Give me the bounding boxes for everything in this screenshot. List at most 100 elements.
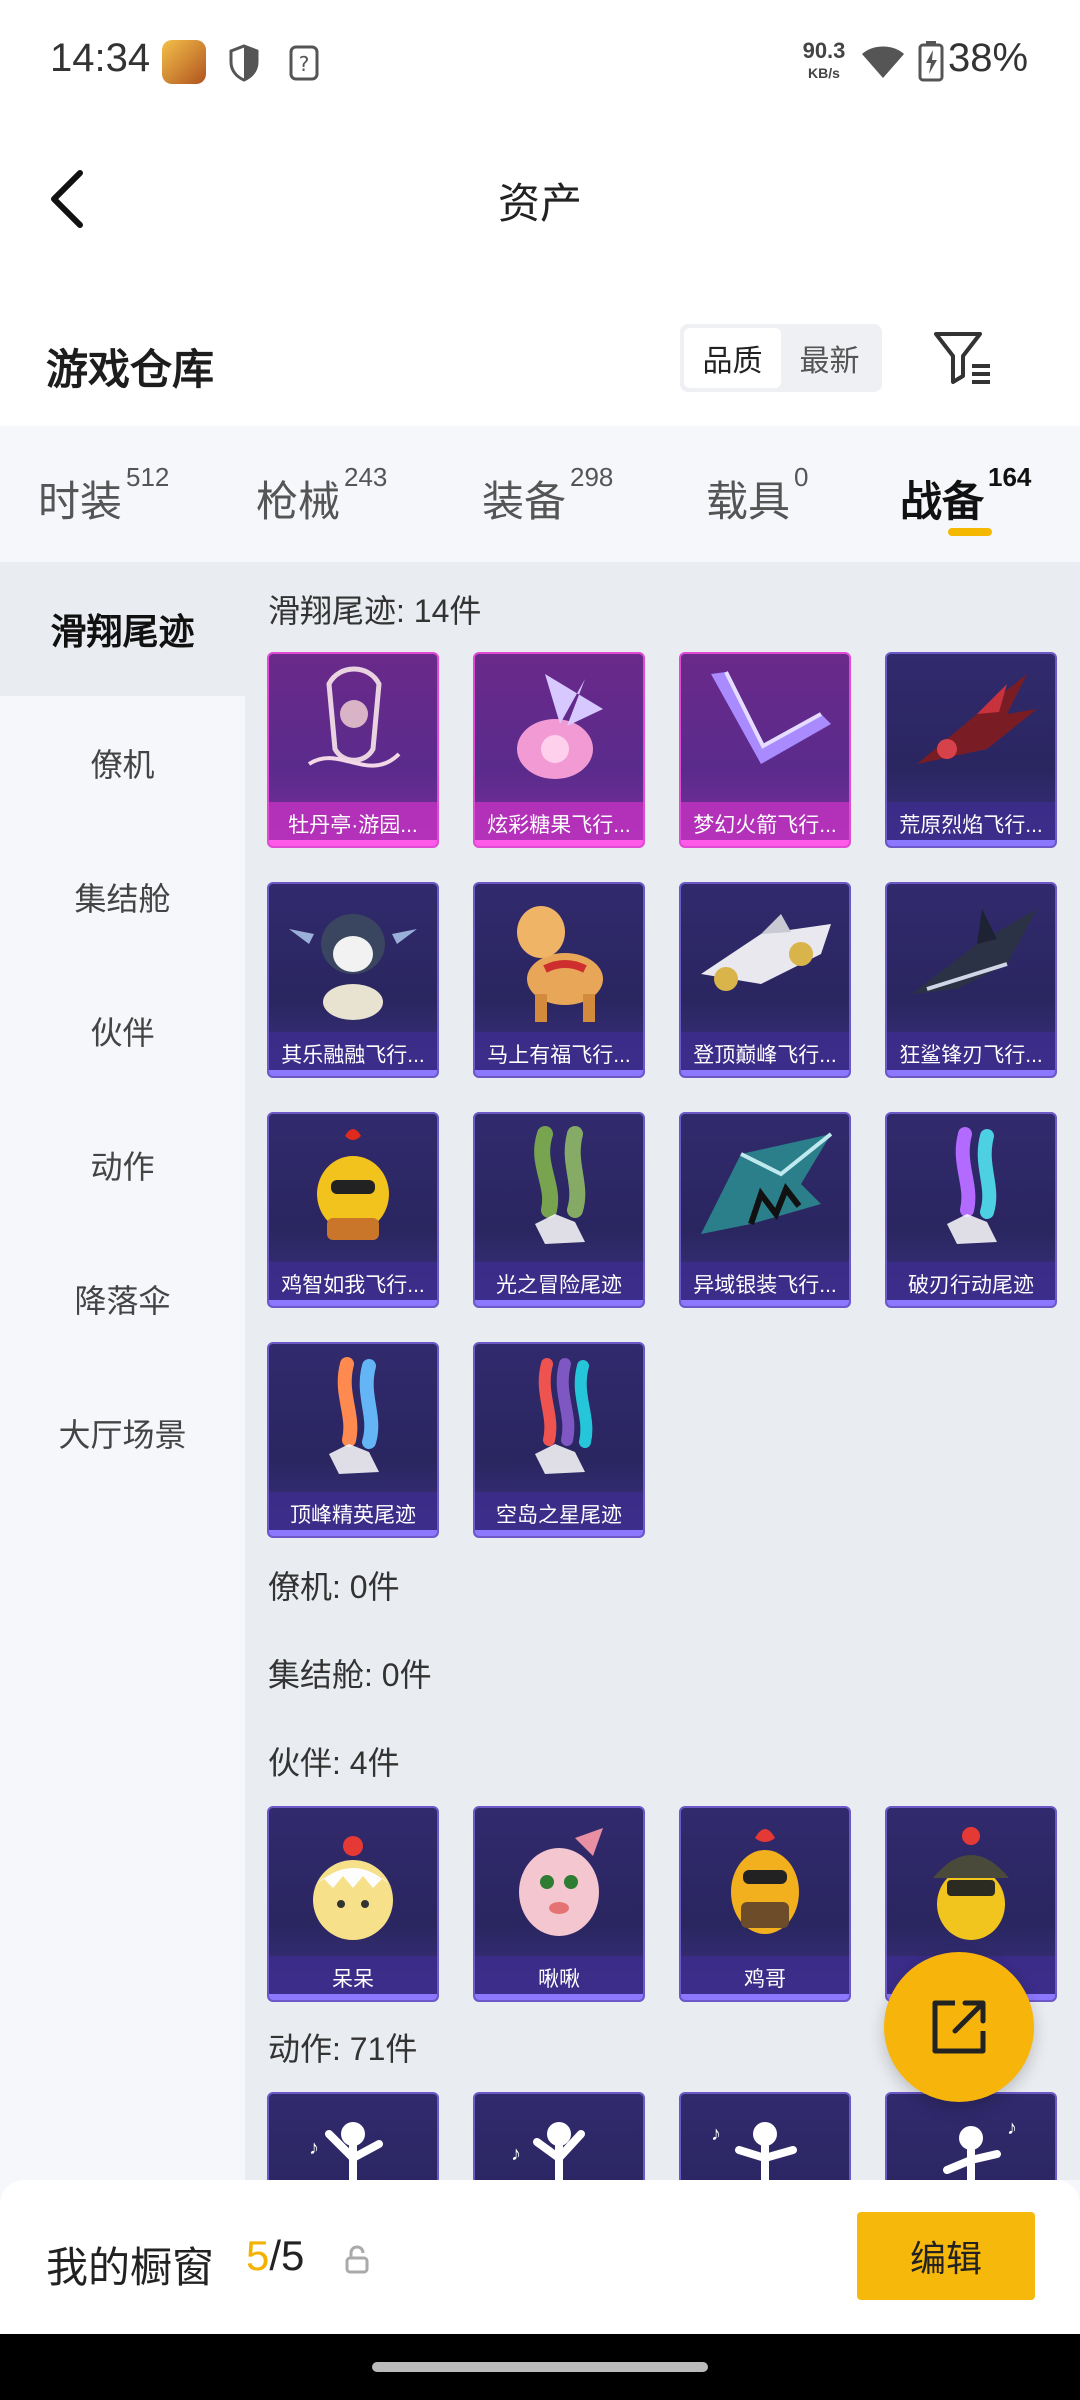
status-time: 14:34 xyxy=(50,36,151,80)
item-card[interactable]: ♪ xyxy=(267,2092,439,2180)
rooster-icon xyxy=(731,1829,799,1934)
svg-text:♪: ♪ xyxy=(711,2123,721,2145)
item-card[interactable]: 狂鲨锋刃飞行... xyxy=(885,882,1057,1078)
tab-fashion[interactable]: 时装512 xyxy=(38,462,169,529)
tab-label: 装备 xyxy=(482,478,567,525)
item-card[interactable]: 登顶巅峰飞行... xyxy=(679,882,851,1078)
rarity-bar xyxy=(887,1070,1055,1076)
battery-percent: 38% xyxy=(948,36,1029,80)
item-card[interactable]: ♪ xyxy=(473,2092,645,2180)
tab-label: 载具 xyxy=(706,478,791,525)
item-card[interactable]: 其乐融融飞行... xyxy=(267,882,439,1078)
item-card[interactable]: 呆呆 xyxy=(267,1806,439,2002)
category-title-pod: 集结舱: 0件 xyxy=(268,1657,432,1693)
helmet-chicken-icon xyxy=(933,1827,1009,1940)
active-tab-indicator xyxy=(948,528,992,536)
home-gesture-pill[interactable] xyxy=(372,2362,708,2372)
trail-multi-icon xyxy=(535,1358,593,1474)
sort-toggle: 品质 最新 xyxy=(680,324,882,392)
trail-fire-icon xyxy=(329,1357,379,1474)
lantern-icon xyxy=(307,666,401,768)
item-card[interactable]: 荒原烈焰飞行... xyxy=(885,652,1057,848)
sidebar-item-emote[interactable]: 动作 xyxy=(0,1098,245,1232)
share-button[interactable] xyxy=(884,1952,1034,2102)
tab-label: 战备 xyxy=(900,478,985,525)
item-card[interactable]: 光之冒险尾迹 xyxy=(473,1112,645,1308)
rarity-bar xyxy=(475,1070,643,1076)
sidebar-item-pod[interactable]: 集结舱 xyxy=(0,830,245,964)
jet-icon xyxy=(701,914,831,991)
item-card[interactable]: 马上有福飞行... xyxy=(473,882,645,1078)
rarity-bar xyxy=(269,1530,437,1536)
item-card[interactable]: 鸡哥 xyxy=(679,1806,851,2002)
svg-text:♪: ♪ xyxy=(511,2143,521,2165)
tab-weapons[interactable]: 枪械243 xyxy=(256,462,387,529)
sidebar-item-partner[interactable]: 伙伴 xyxy=(0,964,245,1098)
horse-icon xyxy=(517,906,603,1022)
item-content: 滑翔尾迹: 14件 牡丹亭·游园... 炫彩糖果飞行... 梦幻火箭飞行... xyxy=(245,562,1080,2180)
svg-text:♪: ♪ xyxy=(1007,2117,1017,2139)
network-speed: 90.3 KB/s xyxy=(796,40,852,84)
item-card[interactable]: 啾啾 xyxy=(473,1806,645,2002)
edit-button[interactable]: 编辑 xyxy=(857,2212,1035,2300)
category-tabs: 时装512 枪械243 装备298 载具0 战备164 xyxy=(0,426,1080,562)
status-bar: 14:34 ? 90.3 KB/s 38% xyxy=(0,0,1080,124)
tab-count: 164 xyxy=(988,462,1032,492)
tab-count: 298 xyxy=(570,462,614,492)
tab-label: 时装 xyxy=(38,478,123,525)
shark-icon xyxy=(912,909,1037,994)
rarity-bar xyxy=(269,1300,437,1306)
item-card[interactable]: 炫彩糖果飞行... xyxy=(473,652,645,848)
showcase-label: 我的橱窗 xyxy=(46,2244,215,2291)
item-card[interactable]: 异域银装飞行... xyxy=(679,1112,851,1308)
app-header: 资产 xyxy=(0,124,1080,274)
item-card[interactable]: 破刃行动尾迹 xyxy=(885,1112,1057,1308)
speed-unit: KB/s xyxy=(808,65,840,81)
page-title: 资产 xyxy=(497,180,582,227)
tab-battle-gear[interactable]: 战备164 xyxy=(900,462,1031,529)
item-card[interactable]: 梦幻火箭飞行... xyxy=(679,652,851,848)
flame-glider-icon xyxy=(917,674,1037,764)
wing-icon xyxy=(701,1132,833,1234)
item-card[interactable]: ♪ xyxy=(679,2092,851,2180)
item-card[interactable]: 空岛之星尾迹 xyxy=(473,1342,645,1538)
tab-vehicles[interactable]: 载具0 xyxy=(706,462,808,529)
category-title-emote: 动作: 71件 xyxy=(268,2031,418,2067)
rarity-bar xyxy=(269,1994,437,2000)
tab-equipment[interactable]: 装备298 xyxy=(482,462,613,529)
dancer-icon: ♪ xyxy=(943,2117,1017,2180)
item-card[interactable]: 鸡智如我飞行... xyxy=(267,1112,439,1308)
system-nav-bar xyxy=(0,2334,1080,2400)
sidebar-item-glide-trail[interactable]: 滑翔尾迹 xyxy=(0,562,245,696)
rarity-bar xyxy=(475,1994,643,2000)
rarity-bar xyxy=(475,1300,643,1306)
wifi-icon xyxy=(862,46,904,78)
rarity-bar xyxy=(681,1994,849,2000)
filter-icon[interactable] xyxy=(930,326,994,390)
tab-label: 枪械 xyxy=(256,478,341,525)
category-title-glide: 滑翔尾迹: 14件 xyxy=(268,593,482,629)
question-icon: ? xyxy=(289,45,319,81)
showcase-separator: / xyxy=(269,2232,282,2279)
rarity-bar xyxy=(269,1070,437,1076)
sort-quality-button[interactable]: 品质 xyxy=(684,328,781,388)
svg-text:♪: ♪ xyxy=(309,2137,319,2159)
item-card[interactable]: ♪ xyxy=(885,2092,1057,2180)
dancer-icon: ♪ xyxy=(711,2122,797,2180)
app-icon xyxy=(162,40,206,84)
battery-icon xyxy=(918,41,944,82)
warehouse-header: 游戏仓库 品质 最新 xyxy=(0,274,1080,426)
sidebar-item-wingman[interactable]: 僚机 xyxy=(0,696,245,830)
item-card[interactable]: 顶峰精英尾迹 xyxy=(267,1342,439,1538)
item-card[interactable]: 牡丹亭·游园... xyxy=(267,652,439,848)
penguin-icon xyxy=(289,914,417,1020)
showcase-total: 5 xyxy=(281,2232,305,2279)
tab-count: 243 xyxy=(344,462,388,492)
sidebar-item-parachute[interactable]: 降落伞 xyxy=(0,1232,245,1366)
subcategory-sidebar: 滑翔尾迹 僚机 集结舱 伙伴 动作 降落伞 大厅场景 xyxy=(0,562,245,2180)
rarity-bar xyxy=(887,840,1055,846)
sidebar-item-lobby-scene[interactable]: 大厅场景 xyxy=(0,1366,245,1500)
sort-latest-button[interactable]: 最新 xyxy=(781,328,878,388)
trail-green-icon xyxy=(534,1126,586,1244)
chick-egg-icon xyxy=(313,1836,393,1940)
